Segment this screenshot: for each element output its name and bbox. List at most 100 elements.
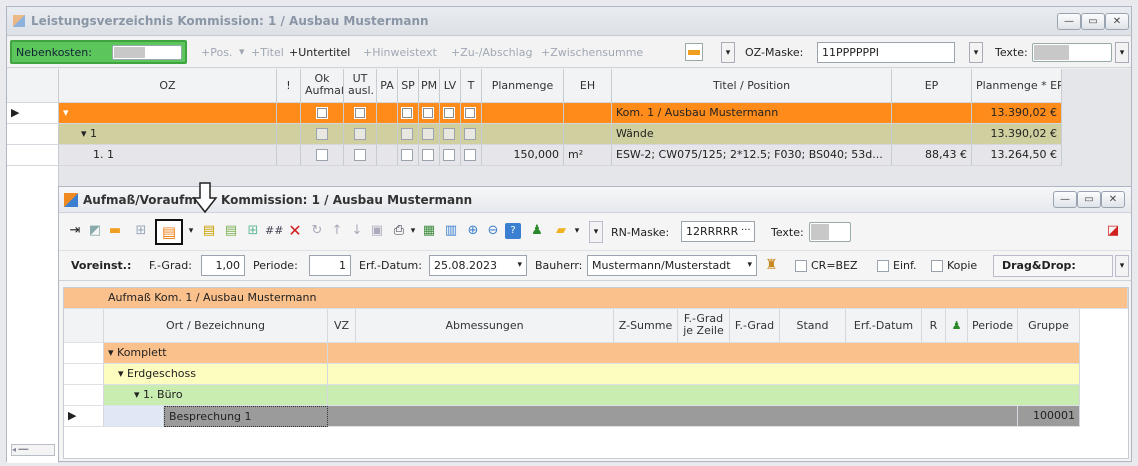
chevron-down-icon[interactable]: ▾: [969, 42, 983, 63]
oz-maske-input[interactable]: 11PPPPPPI: [817, 42, 955, 63]
cr-bez-checkbox[interactable]: [795, 260, 807, 272]
people-icon[interactable]: ♜: [765, 257, 778, 273]
folder-icon[interactable]: ▰: [553, 223, 569, 239]
ok-aufmass-checkbox[interactable]: [316, 128, 328, 140]
insert-row-plus-icon[interactable]: ⊞: [245, 223, 261, 239]
chevron-down-icon[interactable]: ▾: [183, 223, 199, 239]
col-gruppe[interactable]: Gruppe: [1018, 309, 1080, 343]
horizontal-scrollbar[interactable]: ◂ ━━: [11, 444, 55, 456]
table-row[interactable]: 1. 1 150,000 m² ESW-2; CW075/125; 2*12.5…: [7, 145, 1062, 166]
insert-yellow-row-icon[interactable]: ▤: [201, 223, 217, 239]
ut-ausl-checkbox[interactable]: [354, 107, 366, 119]
expand-icon[interactable]: ▾: [134, 388, 143, 401]
add-pos-button[interactable]: +Pos.: [201, 46, 232, 59]
table-row[interactable]: ▾ Erdgeschoss: [64, 364, 1080, 385]
expand-icon[interactable]: ▾: [118, 367, 127, 380]
people-icon[interactable]: ♟: [529, 223, 545, 239]
dragdrop-box[interactable]: Drag&Drop:: [993, 255, 1113, 277]
add-zuabschlag-button[interactable]: +Zu-/Abschlag: [451, 46, 532, 59]
col-ok-aufmass[interactable]: Ok Aufmaß: [301, 69, 344, 103]
lv-checkbox[interactable]: [443, 107, 455, 119]
nebenkosten-toggle[interactable]: [112, 45, 182, 60]
chevron-down-icon[interactable]: ▾: [405, 223, 421, 239]
col-ut-ausl[interactable]: UT ausl.: [344, 69, 377, 103]
chevron-down-icon[interactable]: ▾: [721, 42, 735, 63]
table-row[interactable]: ▾ Komplett: [64, 343, 1080, 364]
t-checkbox[interactable]: [464, 128, 476, 140]
col-planmenge[interactable]: Planmenge: [482, 69, 564, 103]
add-titel-button[interactable]: +Titel: [251, 46, 284, 59]
col-r[interactable]: R: [922, 309, 946, 343]
chevron-down-icon[interactable]: ▾: [1115, 255, 1129, 277]
col-ep[interactable]: EP: [892, 69, 972, 103]
minimize-button[interactable]: —: [1053, 191, 1077, 208]
pm-checkbox[interactable]: [422, 107, 434, 119]
row-label[interactable]: Besprechung 1: [164, 406, 328, 427]
insert-row-icon[interactable]: ⊞: [133, 223, 149, 239]
sp-checkbox[interactable]: [401, 107, 413, 119]
pm-checkbox[interactable]: [422, 149, 434, 161]
insert-green-row-icon[interactable]: ▤: [223, 223, 239, 239]
add-zwischensumme-button[interactable]: +Zwischensumme: [541, 46, 643, 59]
numbering-icon[interactable]: ##: [265, 223, 283, 239]
orange-bar-icon[interactable]: ▬: [107, 223, 123, 239]
minimize-button[interactable]: —: [1057, 13, 1081, 30]
lv-checkbox[interactable]: [443, 149, 455, 161]
col-vz[interactable]: VZ: [328, 309, 356, 343]
orange-bar-icon[interactable]: [685, 43, 703, 61]
delete-icon[interactable]: ✕: [287, 223, 303, 239]
erfdatum-input[interactable]: 25.08.2023 ▾: [429, 255, 527, 276]
col-fgrad-zeile[interactable]: F.-Grad je Zeile: [678, 309, 730, 343]
undo-icon[interactable]: ↻: [309, 223, 325, 239]
expand-icon[interactable]: ▾: [81, 127, 90, 140]
report-icon[interactable]: ▦: [421, 223, 437, 239]
save-icon[interactable]: ▣: [369, 223, 385, 239]
col-ort-bezeichnung[interactable]: Ort / Bezeichnung: [104, 309, 328, 343]
edit-icon[interactable]: ◩: [87, 223, 103, 239]
pin-icon[interactable]: ⇥: [67, 223, 83, 239]
highlighted-insert-button[interactable]: ▤: [155, 219, 183, 245]
close-button[interactable]: ✕: [1105, 13, 1129, 30]
ok-aufmass-checkbox[interactable]: [316, 149, 328, 161]
table-icon[interactable]: ▥: [443, 223, 459, 239]
export-icon[interactable]: ◪: [1105, 223, 1121, 239]
col-fgrad[interactable]: F.-Grad: [730, 309, 780, 343]
texte-toggle[interactable]: [809, 222, 851, 242]
col-lv[interactable]: LV: [440, 69, 461, 103]
sp-checkbox[interactable]: [401, 149, 413, 161]
table-row[interactable]: ▾ 1. Büro: [64, 385, 1080, 406]
col-titel-position[interactable]: Titel / Position: [612, 69, 892, 103]
ut-ausl-checkbox[interactable]: [354, 149, 366, 161]
add-untertitel-button[interactable]: +Untertitel: [289, 46, 350, 59]
t-checkbox[interactable]: [464, 107, 476, 119]
col-excl[interactable]: !: [277, 69, 301, 103]
col-pm[interactable]: PM: [419, 69, 440, 103]
table-row[interactable]: ▶ ▾ Kom. 1 / Ausbau Mustermann 13.390,02…: [7, 103, 1062, 124]
close-button[interactable]: ✕: [1101, 191, 1125, 208]
col-oz[interactable]: OZ: [59, 69, 277, 103]
col-z-summe[interactable]: Z-Summe: [614, 309, 678, 343]
periode-input[interactable]: 1: [309, 255, 351, 276]
col-periode[interactable]: Periode: [968, 309, 1018, 343]
add-hinweistext-button[interactable]: +Hinweistext: [363, 46, 437, 59]
pm-checkbox[interactable]: [422, 128, 434, 140]
lv-checkbox[interactable]: [443, 128, 455, 140]
col-erf-datum[interactable]: Erf.-Datum: [846, 309, 922, 343]
col-abmessungen[interactable]: Abmessungen: [356, 309, 614, 343]
table-row[interactable]: ▾ 1 Wände 13.390,02 €: [7, 124, 1062, 145]
chevron-down-icon[interactable]: ▾: [1115, 42, 1129, 63]
people-icon[interactable]: ♟: [946, 309, 968, 343]
col-eh[interactable]: EH: [564, 69, 612, 103]
t-checkbox[interactable]: [464, 149, 476, 161]
kopie-checkbox[interactable]: [931, 260, 943, 272]
maximize-button[interactable]: ▭: [1081, 13, 1105, 30]
ok-aufmass-checkbox[interactable]: [316, 107, 328, 119]
texte-toggle[interactable]: [1032, 43, 1112, 62]
zoom-in-icon[interactable]: ⊕: [465, 223, 481, 239]
arrow-up-icon[interactable]: ↑: [329, 223, 345, 239]
table-row[interactable]: ▶ Besprechung 1 100001: [64, 406, 1080, 427]
maximize-button[interactable]: ▭: [1077, 191, 1101, 208]
chevron-down-icon[interactable]: ▾: [569, 223, 585, 239]
col-planmenge-ep[interactable]: Planmenge * EP: [972, 69, 1062, 103]
sp-checkbox[interactable]: [401, 128, 413, 140]
